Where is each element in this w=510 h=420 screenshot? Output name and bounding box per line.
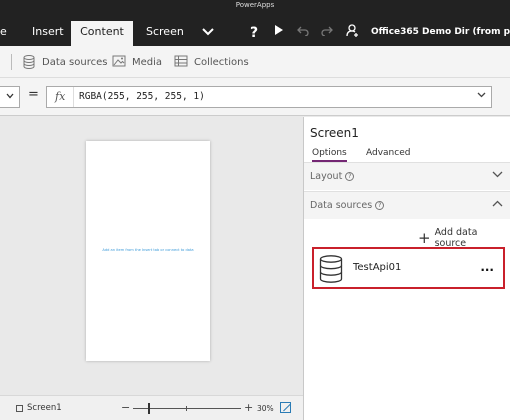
tab-screen[interactable]: Screen — [146, 21, 196, 46]
help-icon[interactable]: ? — [345, 172, 355, 181]
zoom-percent: 30% — [257, 404, 274, 413]
divider — [11, 54, 12, 70]
screen-selector-label: Screen1 — [27, 403, 62, 413]
window-title: PowerApps — [0, 0, 510, 12]
powerapps-window: PowerApps e Insert Content Screen ? Offi… — [0, 0, 510, 420]
add-data-source-button[interactable]: + Add data source — [418, 227, 510, 249]
data-sources-button[interactable]: Data sources — [22, 46, 107, 78]
screen-selector[interactable]: Screen1 — [16, 403, 62, 413]
ribbon-tabbar: e Insert Content Screen ? Office365 Demo… — [0, 12, 510, 46]
database-icon — [319, 255, 343, 283]
empty-screen-message: Add an item from the Insert tab or conne… — [102, 248, 194, 252]
user-settings-icon[interactable] — [343, 24, 361, 42]
formula-bar: = fx RGBA(255, 255, 255, 1) — [0, 78, 510, 116]
divider — [73, 87, 74, 107]
formula-value[interactable]: RGBA(255, 255, 255, 1) — [79, 91, 205, 102]
undo-icon[interactable] — [294, 24, 312, 42]
redo-icon[interactable] — [318, 24, 336, 42]
chevron-down-icon[interactable] — [199, 24, 217, 42]
collections-label: Collections — [194, 56, 249, 68]
chevron-down-icon[interactable] — [492, 168, 503, 181]
layout-section-header[interactable]: Layout ? — [304, 162, 510, 190]
tab-content[interactable]: Content — [71, 21, 133, 46]
data-sources-label-group: Data sources ? — [310, 200, 385, 211]
help-icon[interactable]: ? — [375, 201, 385, 210]
panel-title: Screen1 — [310, 126, 359, 140]
database-icon — [22, 55, 36, 69]
status-bar: Screen1 − + 30% — [0, 395, 303, 420]
data-source-name: TestApi01 — [353, 262, 402, 273]
equals-sign: = — [28, 87, 39, 102]
zoom-in-button[interactable]: + — [244, 401, 253, 414]
zoom-slider-thumb[interactable] — [148, 403, 150, 414]
tab-advanced[interactable]: Advanced — [366, 148, 410, 158]
play-icon[interactable] — [270, 24, 288, 42]
command-bar: Data sources Media Collections — [0, 46, 510, 78]
media-label: Media — [132, 56, 163, 68]
chevron-up-icon[interactable] — [492, 197, 503, 210]
fx-icon: fx — [55, 90, 66, 103]
more-options-icon[interactable]: ... — [480, 260, 494, 274]
data-sources-section-header[interactable]: Data sources ? — [304, 191, 510, 219]
help-icon[interactable]: ? — [245, 24, 263, 42]
tab-insert[interactable]: Insert — [32, 21, 72, 46]
chevron-down-icon[interactable] — [477, 90, 486, 101]
layout-label-group: Layout ? — [310, 171, 355, 182]
data-sources-section-label: Data sources — [310, 200, 373, 211]
zoom-slider-tick — [186, 406, 187, 411]
formula-input[interactable]: fx RGBA(255, 255, 255, 1) — [46, 86, 492, 108]
properties-panel: Screen1 Options Advanced Layout ? Data s… — [304, 117, 510, 420]
layout-label: Layout — [310, 171, 343, 182]
account-name[interactable]: Office365 Demo Dir (from previ... — [371, 27, 510, 37]
zoom-out-button[interactable]: − — [121, 401, 130, 414]
panel-tabs: Options Advanced — [304, 147, 510, 163]
screen-preview[interactable]: Add an item from the Insert tab or conne… — [86, 141, 210, 361]
tab-home[interactable]: e — [0, 21, 14, 46]
fit-to-window-icon[interactable] — [280, 402, 291, 413]
table-icon — [174, 55, 188, 69]
property-dropdown[interactable] — [0, 86, 20, 108]
add-data-source-label: Add data source — [434, 227, 478, 249]
plus-icon: + — [418, 229, 431, 247]
image-icon — [112, 55, 126, 69]
collections-button[interactable]: Collections — [174, 46, 249, 78]
screen-icon — [16, 404, 23, 412]
data-source-item[interactable]: TestApi01 ... — [312, 247, 505, 289]
tab-options[interactable]: Options — [312, 148, 347, 162]
data-sources-label: Data sources — [42, 56, 108, 68]
media-button[interactable]: Media — [112, 46, 162, 78]
